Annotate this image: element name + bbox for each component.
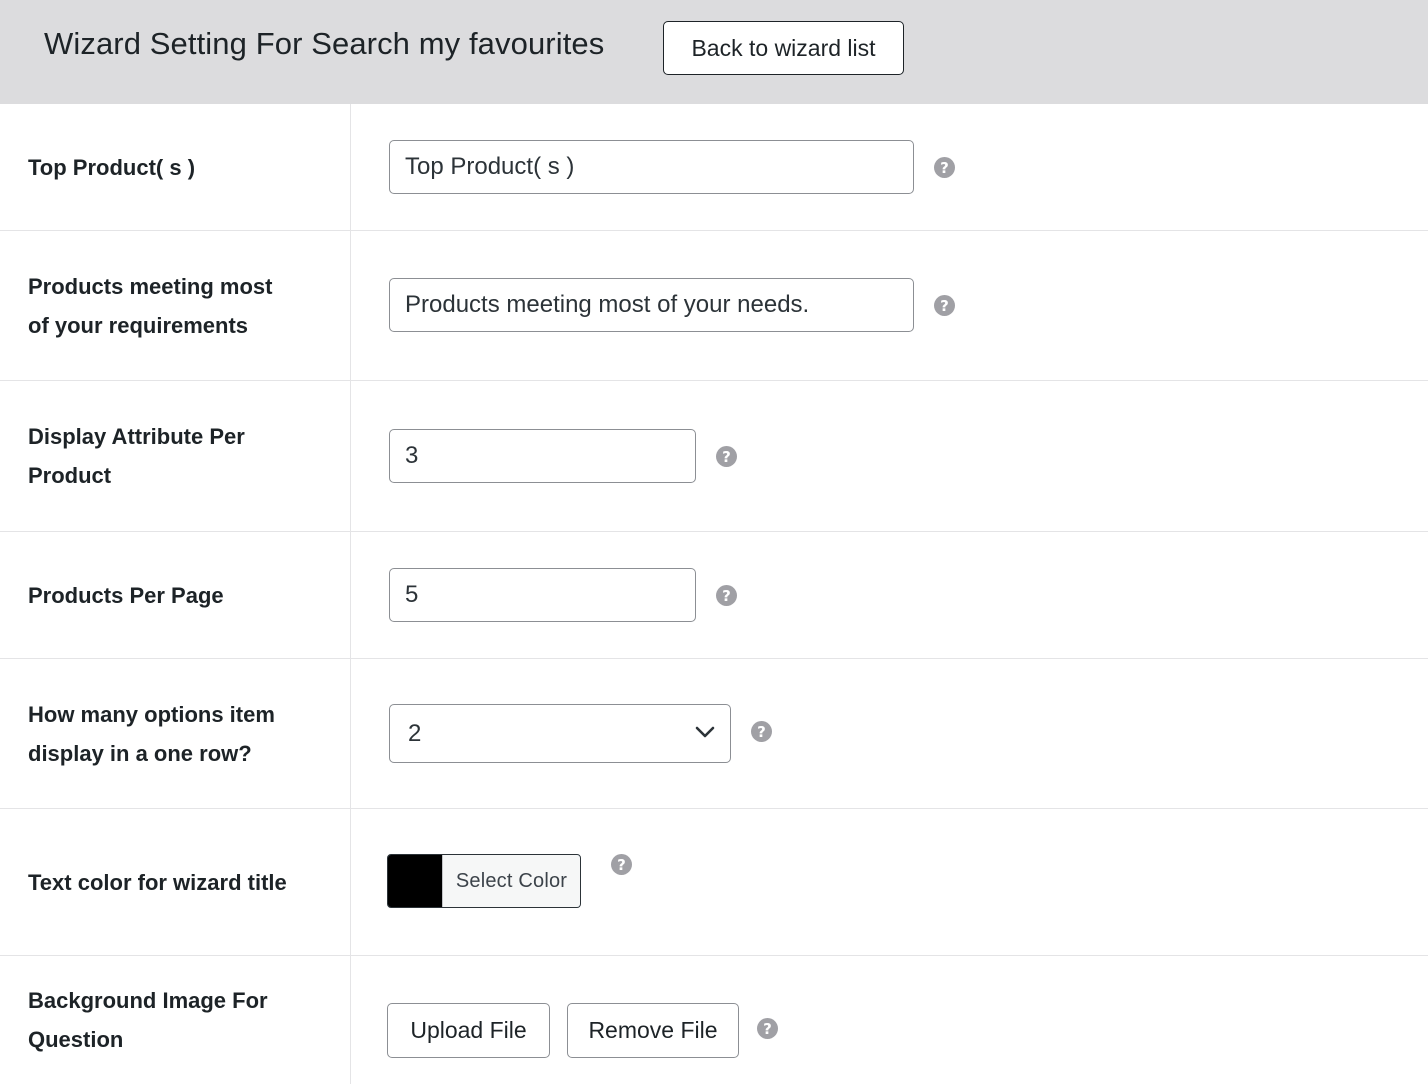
setting-label-cell: Text color for wizard title <box>0 809 351 955</box>
setting-row-options-per-row: How many options item display in a one r… <box>0 659 1428 809</box>
setting-label: Display Attribute Per Product <box>28 417 245 495</box>
setting-label-line: Products meeting most <box>28 273 273 299</box>
setting-label-line: Background Image For <box>28 988 268 1013</box>
setting-row-attributes-per-product: Display Attribute Per Product ? <box>0 381 1428 532</box>
upload-file-button[interactable]: Upload File <box>387 1003 550 1058</box>
setting-label-cell: How many options item display in a one r… <box>0 659 351 808</box>
products-per-page-input[interactable] <box>389 568 696 622</box>
setting-label-line: Product <box>28 463 112 488</box>
color-picker-button[interactable]: Select Color <box>387 854 581 908</box>
setting-label-cell: Top Product( s ) <box>0 104 351 230</box>
question-circle-icon[interactable]: ? <box>611 854 632 875</box>
question-circle-icon[interactable]: ? <box>716 585 737 606</box>
question-circle-icon[interactable]: ? <box>751 721 772 742</box>
question-circle-icon[interactable]: ? <box>757 1018 778 1039</box>
select-color-label: Select Color <box>442 855 580 907</box>
setting-label-line: display in a one row? <box>28 740 252 766</box>
back-to-wizard-list-button[interactable]: Back to wizard list <box>663 21 904 75</box>
setting-label-line: How many options item <box>28 701 275 727</box>
remove-file-button[interactable]: Remove File <box>567 1003 739 1058</box>
options-per-row-select[interactable]: 2 <box>389 704 731 763</box>
setting-label: Products Per Page <box>28 582 224 608</box>
setting-row-products-per-page: Products Per Page ? <box>0 532 1428 659</box>
setting-row-title-color: Text color for wizard title Select Color… <box>0 809 1428 956</box>
setting-label: Top Product( s ) <box>28 154 196 180</box>
setting-label-line: Display Attribute Per <box>28 424 245 449</box>
setting-label: How many options item display in a one r… <box>28 695 275 773</box>
setting-row-top-products: Top Product( s ) ? <box>0 104 1428 231</box>
setting-label-cell: Display Attribute Per Product <box>0 381 351 531</box>
setting-label-line: of your requirements <box>28 312 249 338</box>
setting-label-cell: Products Per Page <box>0 532 351 658</box>
setting-label-line: Question <box>28 1027 124 1052</box>
setting-row-background-image: Background Image For Question Upload Fil… <box>0 956 1428 1084</box>
select-value: 2 <box>408 719 422 747</box>
question-circle-icon[interactable]: ? <box>934 157 955 178</box>
setting-label-cell: Background Image For Question <box>0 956 351 1084</box>
chevron-down-icon <box>695 726 715 738</box>
page-title: Wizard Setting For Search my favourites <box>44 26 605 61</box>
setting-label: Products meeting most of your requiremen… <box>28 267 272 345</box>
products-meeting-input[interactable] <box>389 278 914 332</box>
page-header: Wizard Setting For Search my favourites … <box>0 0 1428 104</box>
question-circle-icon[interactable]: ? <box>716 446 737 467</box>
attributes-per-product-input[interactable] <box>389 429 696 483</box>
color-swatch <box>388 855 442 907</box>
setting-row-products-meeting: Products meeting most of your requiremen… <box>0 231 1428 381</box>
top-products-input[interactable] <box>389 140 914 194</box>
setting-label: Text color for wizard title <box>28 869 287 895</box>
setting-label-cell: Products meeting most of your requiremen… <box>0 231 351 380</box>
question-circle-icon[interactable]: ? <box>934 295 955 316</box>
setting-label: Background Image For Question <box>28 981 268 1059</box>
